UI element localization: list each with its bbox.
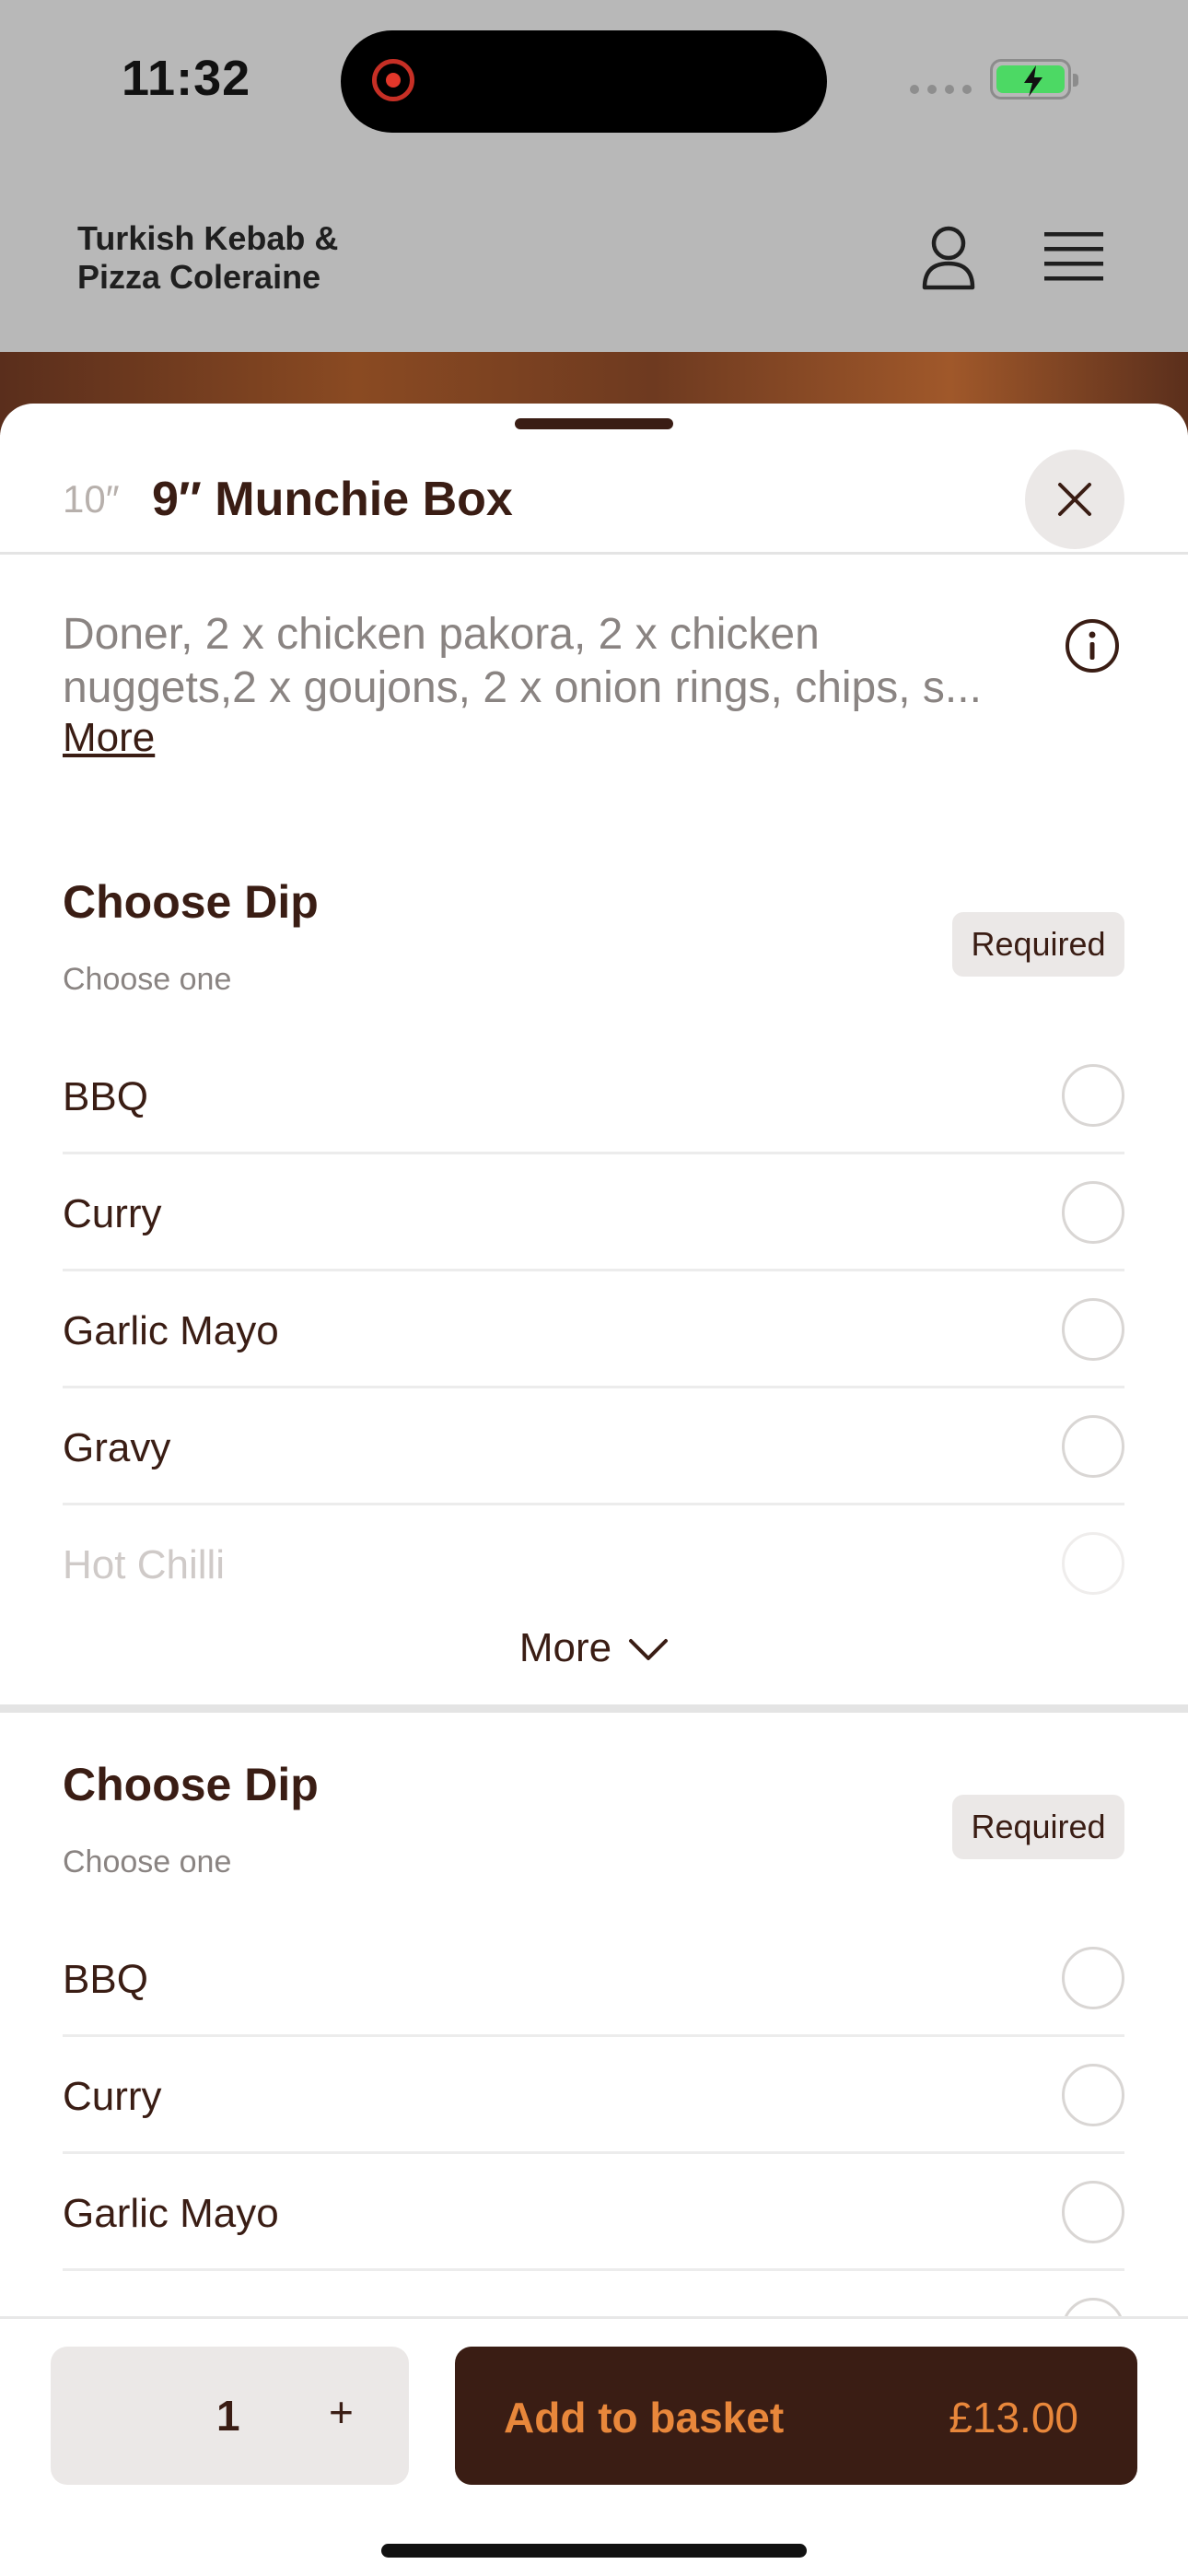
status-time: 11:32 (122, 51, 251, 106)
option-label: Hot Chilli (63, 1542, 226, 1587)
option-curry[interactable]: Curry (63, 1154, 1124, 1271)
increment-button[interactable]: + (329, 2387, 354, 2437)
option-label: BBQ (63, 1074, 148, 1119)
required-badge: Required (952, 1795, 1124, 1859)
option-label: BBQ (63, 1957, 148, 2002)
item-title: 9″ Munchie Box (152, 473, 513, 526)
option-hot-chilli[interactable]: Hot Chilli (63, 1505, 1124, 1622)
battery-charging-icon (990, 59, 1078, 100)
radio-button[interactable] (1062, 1298, 1124, 1361)
show-more-options-button[interactable]: More (0, 1625, 1188, 1671)
close-button[interactable] (1025, 450, 1124, 549)
sheet-drag-handle[interactable] (515, 418, 673, 429)
recording-indicator-icon (372, 59, 414, 101)
section-divider (0, 1704, 1188, 1713)
more-label: More (518, 1625, 612, 1670)
footer-bar: 1 + Add to basket £13.00 (0, 2316, 1188, 2576)
option-bbq[interactable]: BBQ (63, 1920, 1124, 2037)
required-badge: Required (952, 912, 1124, 977)
option-label: Gravy (63, 1425, 171, 1470)
option-curry[interactable]: Curry (63, 2037, 1124, 2154)
item-sheet: 10″ 9″ Munchie Box Doner, 2 x chicken pa… (0, 404, 1188, 2576)
option-bbq[interactable]: BBQ (63, 1037, 1124, 1154)
radio-button[interactable] (1062, 1947, 1124, 2009)
section-subtitle: Choose one (63, 962, 232, 997)
radio-button[interactable] (1062, 1064, 1124, 1127)
chevron-down-icon (629, 1639, 669, 1661)
option-label: Garlic Mayo (63, 1308, 279, 1353)
option-garlic-mayo[interactable]: Garlic Mayo (63, 2154, 1124, 2271)
radio-button[interactable] (1062, 2064, 1124, 2126)
quantity-value: 1 (216, 2392, 240, 2440)
close-icon (1058, 483, 1091, 516)
restaurant-name[interactable]: Turkish Kebab & Pizza Coleraine (77, 219, 409, 297)
sheet-header: 10″ 9″ Munchie Box (0, 431, 1188, 555)
option-garlic-mayo[interactable]: Garlic Mayo (63, 1271, 1124, 1388)
price-label: £13.00 (949, 2394, 1078, 2441)
info-icon[interactable] (1065, 618, 1120, 673)
status-bar: 11:32 (0, 0, 1188, 166)
radio-button[interactable] (1062, 1181, 1124, 1244)
option-label: Curry (63, 2074, 162, 2119)
add-to-basket-label: Add to basket (504, 2394, 785, 2441)
option-label: Curry (63, 1191, 162, 1236)
section-subtitle: Choose one (63, 1844, 232, 1879)
section-title: Choose Dip (63, 1759, 319, 1810)
radio-button[interactable] (1062, 1415, 1124, 1478)
option-label: Garlic Mayo (63, 2191, 279, 2236)
radio-button[interactable] (1062, 2181, 1124, 2243)
hamburger-menu-icon[interactable] (1044, 230, 1103, 282)
home-indicator[interactable] (381, 2544, 807, 2558)
add-to-basket-button[interactable]: Add to basket £13.00 (455, 2347, 1137, 2485)
account-icon[interactable] (919, 225, 978, 291)
radio-button[interactable] (1062, 1532, 1124, 1595)
item-description: Doner, 2 x chicken pakora, 2 x chicken n… (63, 610, 982, 712)
dynamic-island (341, 30, 827, 133)
quantity-stepper[interactable]: 1 + (51, 2347, 409, 2485)
option-gravy[interactable]: Gravy (63, 1388, 1124, 1505)
section-title: Choose Dip (63, 876, 319, 928)
description-more-link[interactable]: More (63, 715, 155, 761)
cellular-signal-icon (910, 85, 972, 94)
item-size-label: 10″ (63, 477, 120, 521)
